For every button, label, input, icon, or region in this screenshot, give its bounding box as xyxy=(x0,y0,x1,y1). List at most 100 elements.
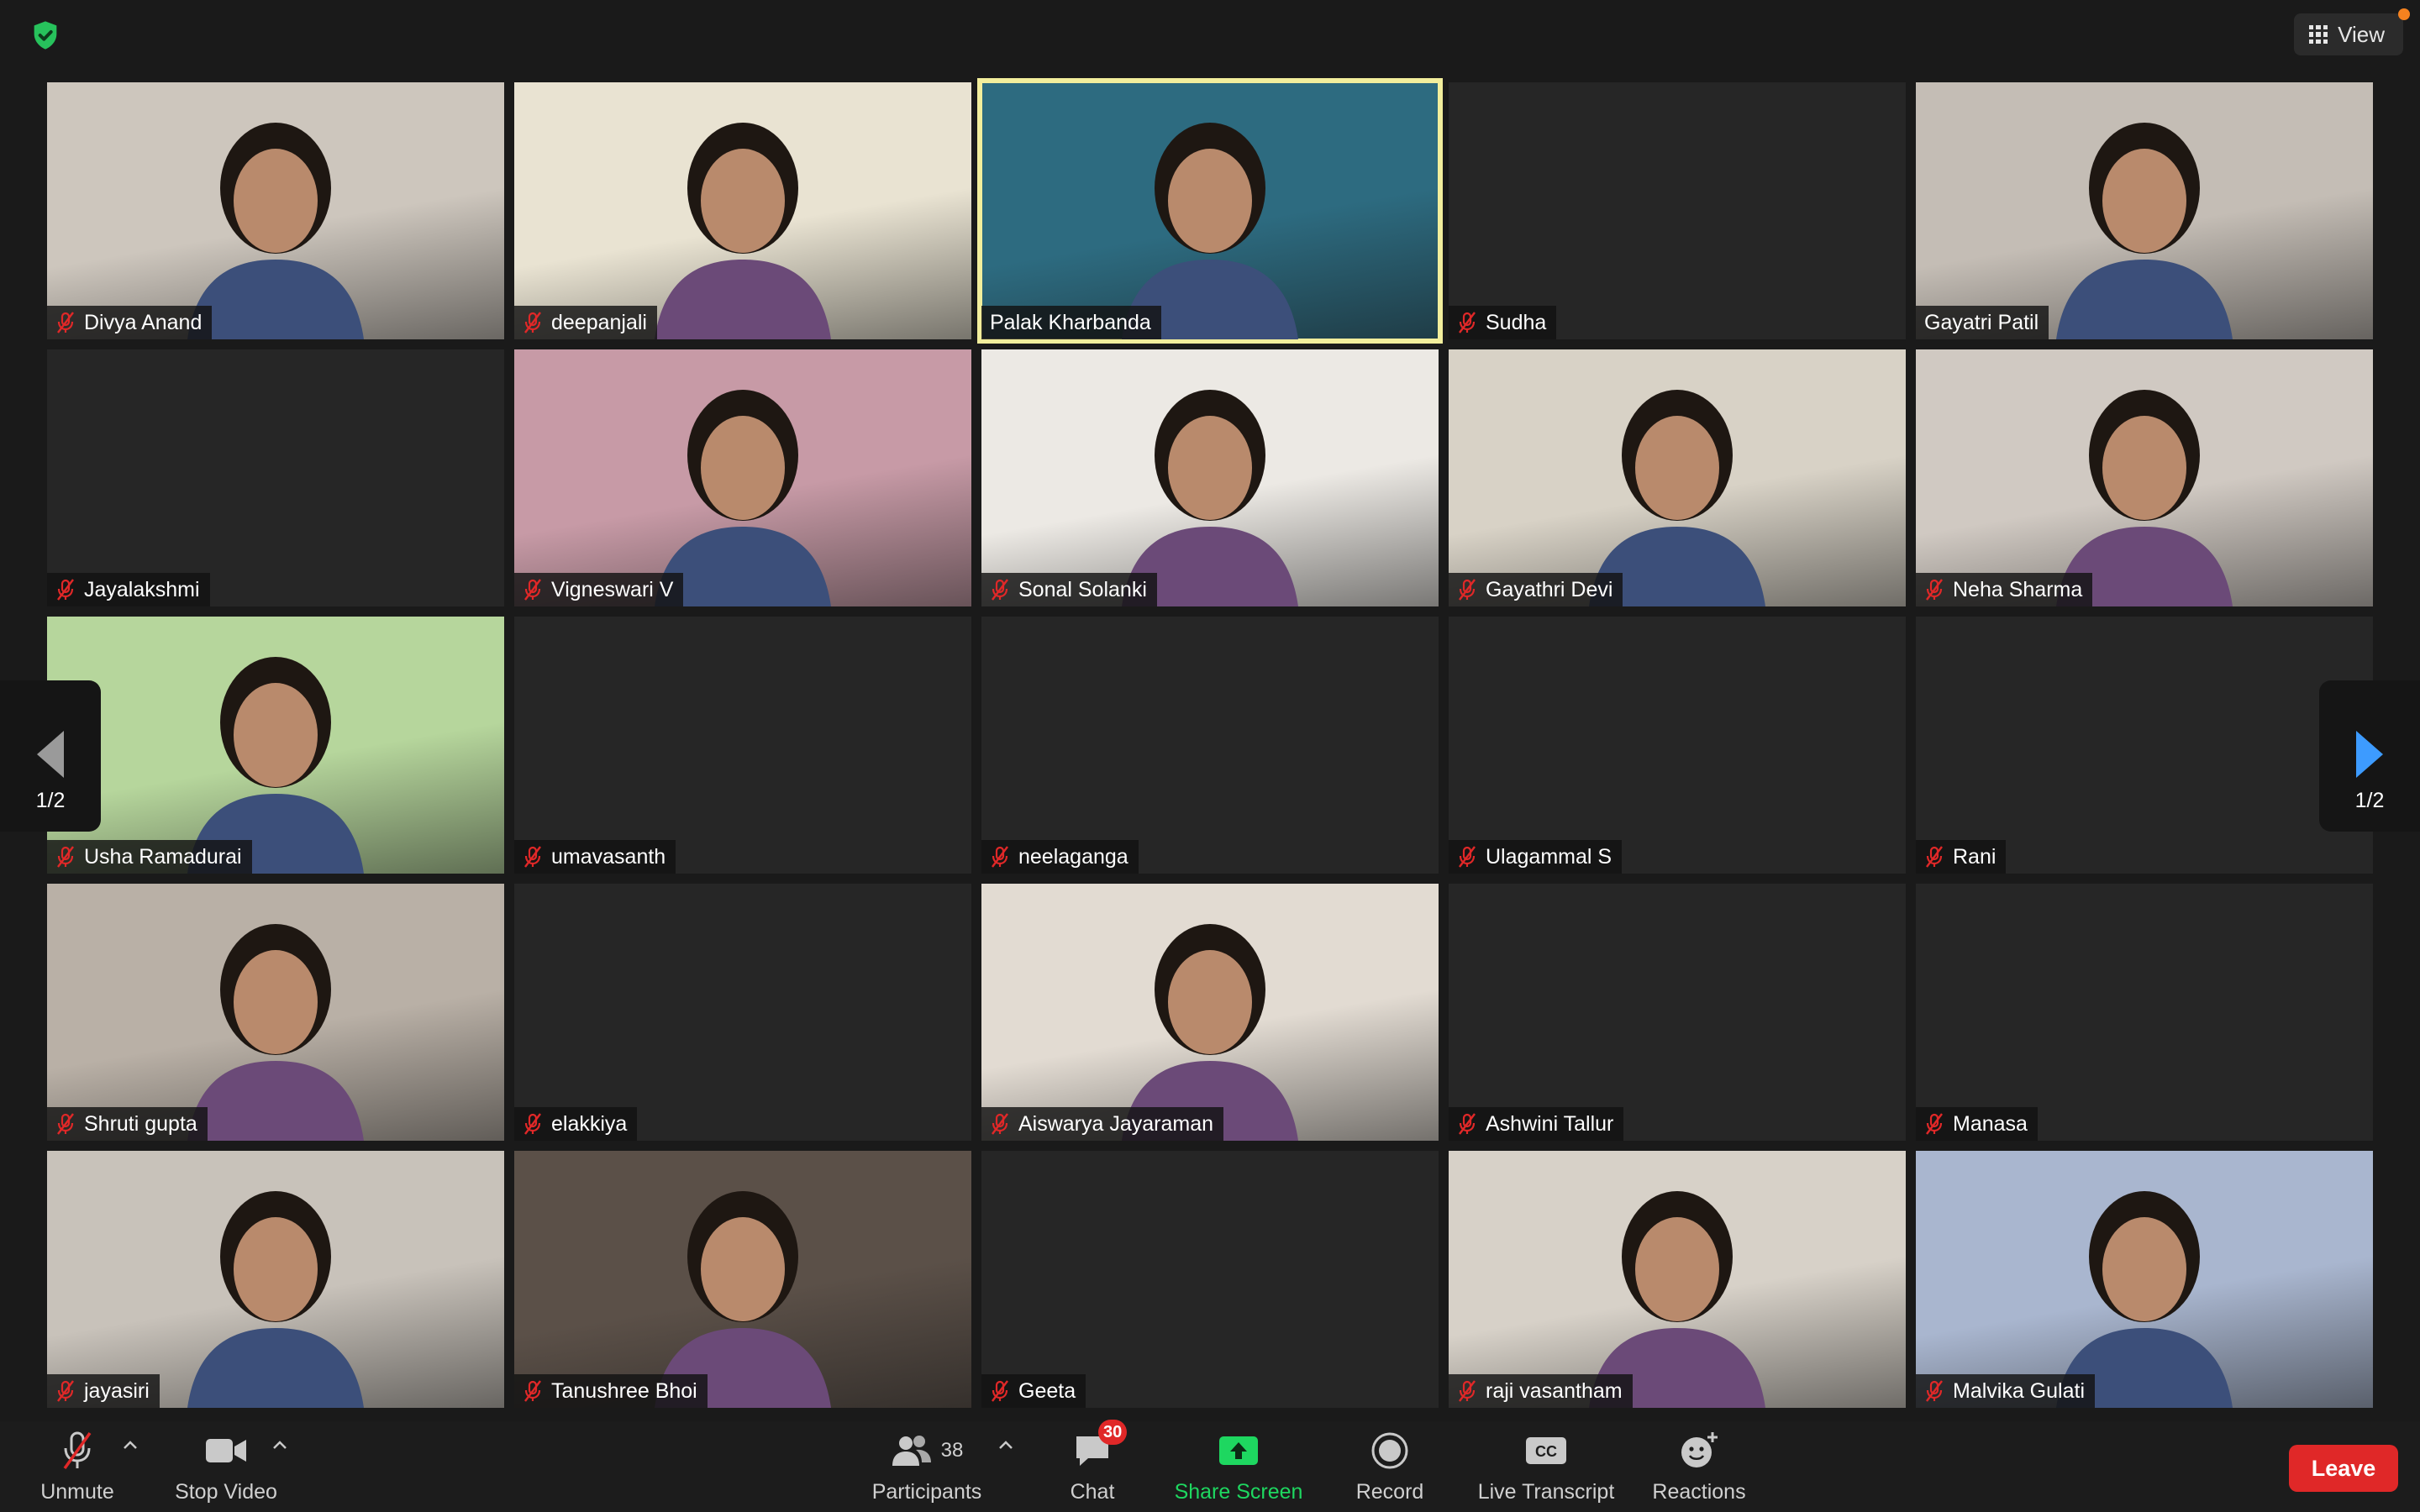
participant-tile[interactable]: jayasiri xyxy=(47,1151,504,1408)
participant-tile[interactable]: Shruti gupta xyxy=(47,884,504,1141)
participant-name-tag: Geeta xyxy=(981,1374,1086,1408)
participant-name-tag: Jayalakshmi xyxy=(47,573,210,606)
participant-tile[interactable]: neelaganga xyxy=(981,617,1439,874)
participant-tile[interactable]: Sudha xyxy=(1449,82,1906,339)
participant-tile[interactable]: Gayatri Patil xyxy=(1916,82,2373,339)
participant-name: Usha Ramadurai xyxy=(84,844,242,869)
participant-tile[interactable]: Gayathri Devi xyxy=(1449,349,1906,606)
muted-microphone-icon xyxy=(1926,1113,1943,1135)
participant-name-tag: Malvika Gulati xyxy=(1916,1374,2095,1408)
participant-name-tag: neelaganga xyxy=(981,840,1139,874)
participant-name: Gayatri Patil xyxy=(1924,310,2039,334)
participants-icon xyxy=(892,1436,931,1466)
page-indicator-right: 1/2 xyxy=(2354,789,2385,812)
muted-microphone-icon xyxy=(524,1380,541,1402)
participant-video-feed xyxy=(1122,123,1298,339)
view-button[interactable]: View xyxy=(2294,13,2403,55)
video-camera-icon xyxy=(206,1439,246,1462)
participant-tile[interactable]: Divya Anand xyxy=(47,82,504,339)
live-transcript-label: Live Transcript xyxy=(1477,1480,1615,1504)
muted-microphone-icon xyxy=(57,846,74,868)
participant-name-tag: Divya Anand xyxy=(47,306,213,339)
participant-name-tag: elakkiya xyxy=(514,1107,638,1141)
reactions-smiley-icon xyxy=(1681,1432,1718,1467)
participant-video-feed xyxy=(187,123,364,339)
participant-tile[interactable]: Malvika Gulati xyxy=(1916,1151,2373,1408)
participant-tile[interactable]: Tanushree Bhoi xyxy=(514,1151,971,1408)
participant-tile[interactable]: umavasanth xyxy=(514,617,971,874)
participant-name: Vigneswari V xyxy=(551,577,674,601)
reactions-button[interactable]: Reactions xyxy=(1649,1430,1749,1510)
participant-video-feed xyxy=(655,390,831,606)
live-transcript-button[interactable]: CC Live Transcript xyxy=(1470,1430,1622,1510)
participant-video-feed xyxy=(1122,924,1298,1141)
participant-name-tag: deepanjali xyxy=(514,306,657,339)
muted-microphone-icon xyxy=(992,1113,1008,1135)
participants-options-caret-icon[interactable] xyxy=(998,1440,1013,1450)
participant-name: Ashwini Tallur xyxy=(1486,1111,1614,1136)
participant-tile[interactable]: Jayalakshmi xyxy=(47,349,504,606)
participant-name-tag: Manasa xyxy=(1916,1107,2038,1141)
participant-name: Rani xyxy=(1953,844,1996,869)
participant-video-feed xyxy=(2056,390,2233,606)
participant-tile[interactable]: Geeta xyxy=(981,1151,1439,1408)
participant-name-tag: Neha Sharma xyxy=(1916,573,2093,606)
participant-tile[interactable]: elakkiya xyxy=(514,884,971,1141)
participant-tile[interactable]: raji vasantham xyxy=(1449,1151,1906,1408)
muted-microphone-icon xyxy=(992,579,1008,601)
view-label: View xyxy=(2338,21,2385,47)
record-button[interactable]: Record xyxy=(1349,1430,1430,1510)
cc-text: CC xyxy=(1535,1443,1557,1460)
participant-name-tag: Usha Ramadurai xyxy=(47,840,252,874)
participant-tile[interactable]: Ashwini Tallur xyxy=(1449,884,1906,1141)
participant-tile[interactable]: Sonal Solanki xyxy=(981,349,1439,606)
participant-name: Malvika Gulati xyxy=(1953,1378,2085,1403)
participant-video-feed xyxy=(187,657,364,874)
participant-tile[interactable]: Palak Kharbanda xyxy=(977,78,1443,344)
chat-button[interactable]: 30 Chat xyxy=(1059,1420,1128,1510)
participant-name-tag: Rani xyxy=(1916,840,2007,874)
stop-video-label: Stop Video xyxy=(175,1480,277,1504)
participant-name-tag: Tanushree Bhoi xyxy=(514,1374,708,1408)
participant-tile[interactable]: Ulagammal S xyxy=(1449,617,1906,874)
participant-tile[interactable]: Usha Ramadurai xyxy=(47,617,504,874)
participant-tile[interactable]: Rani xyxy=(1916,617,2373,874)
participant-tile[interactable]: deepanjali xyxy=(514,82,971,339)
participant-name-tag: Gayathri Devi xyxy=(1449,573,1623,606)
participant-name: deepanjali xyxy=(551,310,647,334)
participant-name-tag: Vigneswari V xyxy=(514,573,684,606)
participant-name: umavasanth xyxy=(551,844,666,869)
security-shield-icon[interactable] xyxy=(29,18,62,52)
notification-dot xyxy=(2398,8,2410,20)
share-screen-icon xyxy=(1219,1436,1258,1465)
participant-tile[interactable]: Neha Sharma xyxy=(1916,349,2373,606)
participant-name: Palak Kharbanda xyxy=(990,310,1151,334)
muted-microphone-icon xyxy=(524,579,541,601)
muted-microphone-icon xyxy=(1926,846,1943,868)
participants-button[interactable]: 38 Participants xyxy=(865,1430,988,1510)
video-options-caret-icon[interactable] xyxy=(272,1440,287,1450)
leave-button[interactable]: Leave xyxy=(2289,1445,2398,1492)
unmute-button[interactable]: Unmute xyxy=(34,1430,121,1510)
muted-microphone-icon xyxy=(1459,1113,1476,1135)
muted-microphone-icon xyxy=(57,579,74,601)
participants-label: Participants xyxy=(871,1480,982,1504)
top-bar: View xyxy=(0,0,2420,76)
stop-video-button[interactable]: Stop Video xyxy=(171,1430,281,1510)
muted-microphone-icon xyxy=(57,1380,74,1402)
participant-name: Gayathri Devi xyxy=(1486,577,1613,601)
previous-page-button[interactable]: 1/2 xyxy=(0,680,101,832)
participant-video-feed xyxy=(2056,123,2233,339)
next-page-button[interactable]: 1/2 xyxy=(2319,680,2420,832)
audio-options-caret-icon[interactable] xyxy=(123,1440,138,1450)
participant-name: Ulagammal S xyxy=(1486,844,1612,869)
participant-name: Sonal Solanki xyxy=(1018,577,1147,601)
participant-tile[interactable]: Aiswarya Jayaraman xyxy=(981,884,1439,1141)
participant-name: Neha Sharma xyxy=(1953,577,2083,601)
share-screen-button[interactable]: Share Screen xyxy=(1171,1430,1306,1510)
participant-name: neelaganga xyxy=(1018,844,1128,869)
participant-name: elakkiya xyxy=(551,1111,628,1136)
participant-tile[interactable]: Manasa xyxy=(1916,884,2373,1141)
muted-microphone-icon xyxy=(1459,312,1476,333)
participant-tile[interactable]: Vigneswari V xyxy=(514,349,971,606)
